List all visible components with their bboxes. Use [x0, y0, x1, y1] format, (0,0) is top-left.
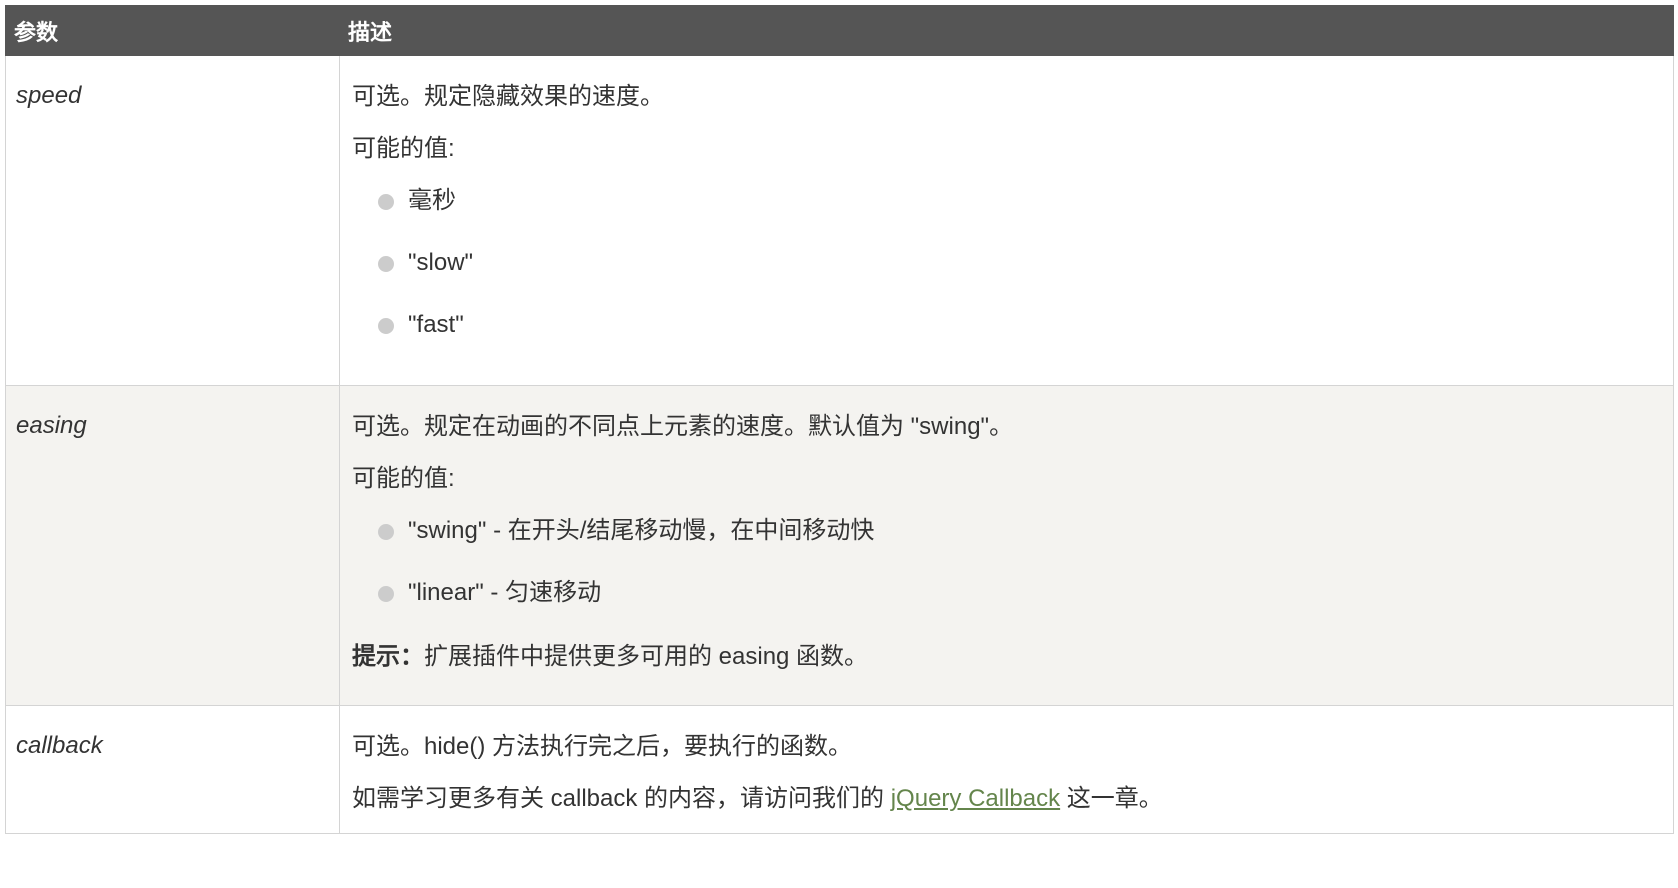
jquery-callback-link[interactable]: jQuery Callback	[891, 785, 1060, 812]
list-item: "fast"	[378, 310, 1661, 340]
desc-text: 可选。规定在动画的不同点上元素的速度。默认值为 "swing"。	[352, 413, 1014, 440]
table-row-speed: speed 可选。规定隐藏效果的速度。 可能的值: 毫秒 "slow" "fas…	[5, 55, 1674, 386]
bullet-icon	[378, 524, 394, 540]
list-item: 毫秒	[378, 186, 1661, 216]
value-text: "fast"	[408, 311, 464, 338]
desc-more-info-suffix: 这一章。	[1060, 785, 1163, 812]
param-callback: callback	[5, 705, 340, 834]
bullet-icon	[378, 194, 394, 210]
bullet-icon	[378, 256, 394, 272]
desc-text: 可选。hide() 方法执行完之后，要执行的函数。	[352, 733, 853, 760]
header-param: 参数	[5, 5, 340, 56]
parameter-table: 参数 描述 speed 可选。规定隐藏效果的速度。 可能的值: 毫秒 "slow…	[5, 5, 1674, 834]
list-item: "slow"	[378, 248, 1661, 278]
list-item: "linear" - 匀速移动	[378, 578, 1661, 608]
desc-possible-values-label: 可能的值:	[352, 135, 455, 162]
table-header-row: 参数 描述	[5, 5, 1674, 56]
desc-more-info: 如需学习更多有关 callback 的内容，请访问我们的 jQuery Call…	[352, 784, 1661, 814]
page: 参数 描述 speed 可选。规定隐藏效果的速度。 可能的值: 毫秒 "slow…	[0, 0, 1678, 888]
bullet-icon	[378, 586, 394, 602]
desc-callback: 可选。hide() 方法执行完之后，要执行的函数。 如需学习更多有关 callb…	[339, 705, 1674, 834]
bullet-icon	[378, 318, 394, 334]
header-description: 描述	[339, 5, 1674, 56]
table-row-callback: callback 可选。hide() 方法执行完之后，要执行的函数。 如需学习更…	[5, 705, 1674, 834]
value-text: "slow"	[408, 249, 474, 276]
desc-more-info-prefix: 如需学习更多有关 callback 的内容，请访问我们的	[352, 785, 891, 812]
table-row-easing: easing 可选。规定在动画的不同点上元素的速度。默认值为 "swing"。 …	[5, 385, 1674, 706]
desc-speed: 可选。规定隐藏效果的速度。 可能的值: 毫秒 "slow" "fast"	[339, 55, 1674, 386]
param-speed: speed	[5, 55, 340, 386]
list-item: "swing" - 在开头/结尾移动慢，在中间移动快	[378, 516, 1661, 546]
value-list: 毫秒 "slow" "fast"	[352, 186, 1661, 340]
value-text: "linear" - 匀速移动	[408, 579, 602, 606]
desc-text: 可选。规定隐藏效果的速度。	[352, 83, 664, 110]
tip-label: 提示：	[352, 643, 424, 670]
value-text: 毫秒	[408, 187, 456, 214]
value-list: "swing" - 在开头/结尾移动慢，在中间移动快 "linear" - 匀速…	[352, 516, 1661, 608]
desc-easing: 可选。规定在动画的不同点上元素的速度。默认值为 "swing"。 可能的值: "…	[339, 385, 1674, 706]
tip-text: 扩展插件中提供更多可用的 easing 函数。	[424, 643, 869, 670]
tip-note: 提示：扩展插件中提供更多可用的 easing 函数。	[352, 642, 1661, 672]
value-text: "swing" - 在开头/结尾移动慢，在中间移动快	[408, 517, 875, 544]
desc-possible-values-label: 可能的值:	[352, 465, 455, 492]
param-easing: easing	[5, 385, 340, 706]
